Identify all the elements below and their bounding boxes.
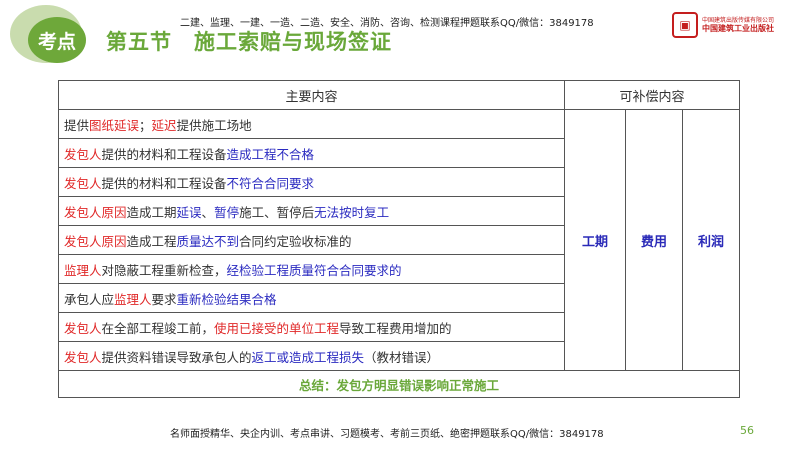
text-segment: 图纸延误: [89, 117, 140, 133]
text-segment: 发包人: [64, 320, 102, 336]
text-segment: 提供资料错误导致承包人的: [101, 349, 252, 365]
compensation-profit: 利润: [682, 109, 740, 371]
text-segment: 质量达不到: [176, 233, 240, 249]
text-segment: 发包人原因: [64, 233, 127, 249]
text-segment: 造成工程: [126, 233, 177, 249]
header-compensation: 可补偿内容: [564, 80, 740, 110]
topic-badge: 考点: [10, 5, 86, 63]
text-segment: 对隐蔽工程重新检查，: [101, 262, 227, 278]
text-segment: 延迟: [151, 117, 177, 133]
page-title: 第五节 施工索赔与现场签证: [106, 30, 392, 54]
footer-note: 名师面授精华、央企内训、考点串讲、习题模考、考前三页纸、绝密押题联系QQ/微信：…: [170, 429, 604, 440]
text-segment: 提供的材料和工程设备: [101, 175, 227, 191]
compensation-cost: 费用: [625, 109, 683, 371]
text-segment: （教材错误）: [364, 349, 440, 365]
header-main-content: 主要内容: [58, 80, 565, 110]
claims-table: 主要内容 可补偿内容 提供图纸延误；延迟提供施工场地 工期 费用 利润 发包人提供的材料…: [58, 80, 740, 398]
row-content: 发包人提供资料错误导致承包人的返工或造成工程损失（教材错误）: [58, 341, 565, 371]
row-content: 发包人在全部工程竣工前，使用已接受的单位工程导致工程费用增加的: [58, 312, 565, 342]
text-segment: 延误: [176, 204, 202, 220]
page-number: 56: [740, 424, 754, 437]
text-segment: 提供施工场地: [176, 117, 252, 133]
text-segment: 发包人: [64, 175, 102, 191]
text-segment: 承包人应: [64, 291, 115, 307]
row-content: 发包人原因造成工期延误、暂停施工、暂停后无法按时复工: [58, 196, 565, 226]
text-segment: ；: [139, 117, 152, 133]
publisher-name: 中国建筑工业出版社: [702, 23, 774, 33]
text-segment: 合同约定验收标准的: [239, 233, 352, 249]
text-segment: 造成工期: [126, 204, 177, 220]
text-segment: 发包人: [64, 146, 102, 162]
badge-label: 考点: [28, 17, 86, 63]
text-segment: 在全部工程竣工前，: [101, 320, 215, 336]
text-segment: 造成工程不合格: [226, 146, 315, 162]
publisher-logo-icon: ▣: [672, 12, 698, 38]
text-segment: 重新检验结果合格: [176, 291, 277, 307]
publisher-logo: ▣ 中国建筑出版传媒有限公司 中国建筑工业出版社: [672, 12, 774, 38]
row-content: 监理人对隐蔽工程重新检查，经检验工程质量符合合同要求的: [58, 254, 565, 284]
text-segment: 发包人: [64, 349, 102, 365]
text-segment: 返工或造成工程损失: [251, 349, 365, 365]
table-row: 提供图纸延误；延迟提供施工场地 工期 费用 利润: [58, 109, 740, 371]
row-content: 发包人提供的材料和工程设备造成工程不合格: [58, 138, 565, 168]
row-content: 提供图纸延误；延迟提供施工场地: [58, 109, 565, 139]
text-segment: 提供的材料和工程设备: [101, 146, 227, 162]
text-segment: 监理人: [114, 291, 152, 307]
row-content: 承包人应监理人要求重新检验结果合格: [58, 283, 565, 313]
row-content: 发包人提供的材料和工程设备不符合合同要求: [58, 167, 565, 197]
text-segment: 经检验工程质量符合合同要求的: [226, 262, 402, 278]
text-segment: 暂停: [214, 204, 240, 220]
text-segment: 提供: [64, 117, 90, 133]
text-segment: 使用已接受的单位工程: [214, 320, 340, 336]
compensation-time: 工期: [564, 109, 626, 371]
text-segment: 导致工程费用增加的: [339, 320, 452, 336]
text-segment: 无法按时复工: [314, 204, 390, 220]
text-segment: 发包人原因: [64, 204, 127, 220]
summary: 总结：发包方明显错误影响正常施工: [58, 370, 740, 398]
text-segment: 、: [201, 204, 215, 220]
text-segment: 不符合合同要求: [226, 175, 315, 191]
text-segment: 要求: [151, 291, 177, 307]
text-segment: 施工、暂停后: [239, 204, 315, 220]
row-content: 发包人原因造成工程质量达不到合同约定验收标准的: [58, 225, 565, 255]
text-segment: 监理人: [64, 262, 102, 278]
